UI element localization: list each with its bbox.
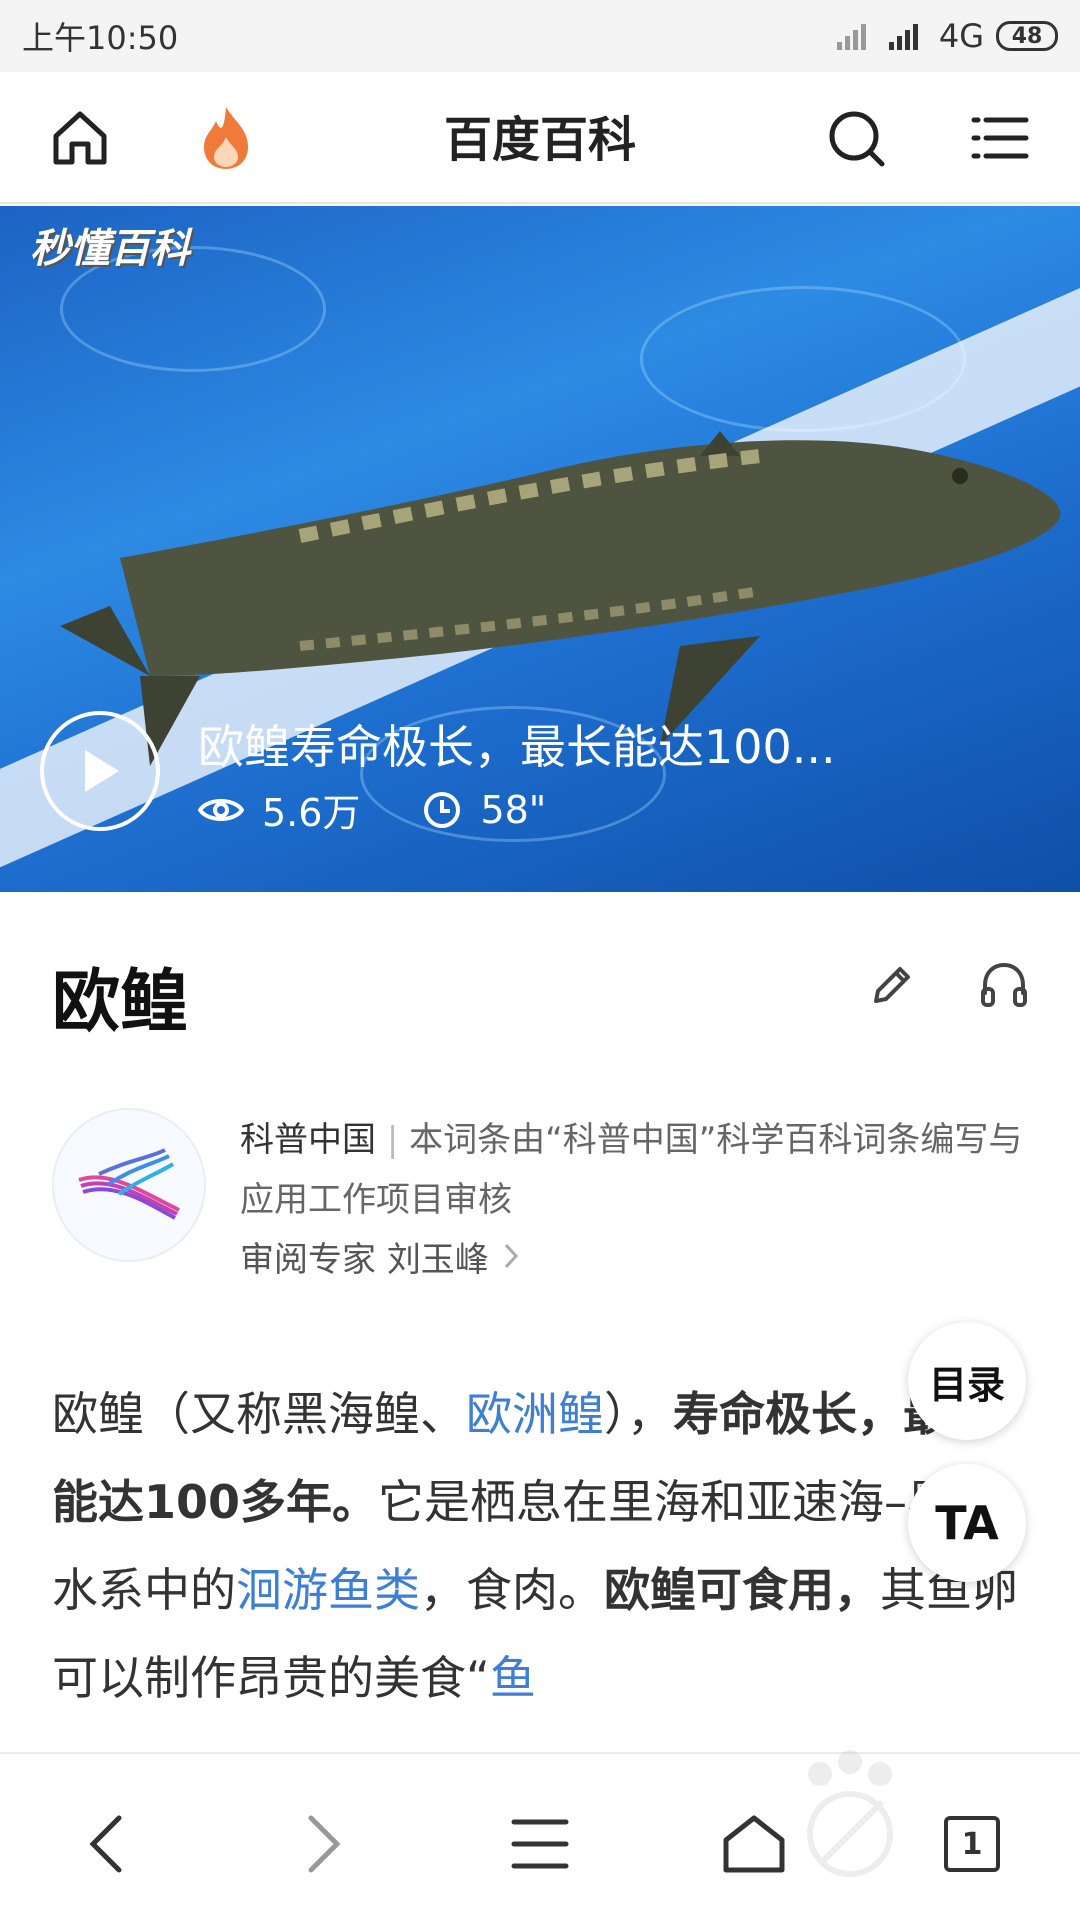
status-time: 上午10:50: [22, 19, 179, 57]
network-type: 4G: [938, 17, 984, 55]
video-brand-logo: 秒懂百科: [30, 226, 190, 272]
paw-watermark-icon: [807, 1750, 893, 1877]
tab-count-badge: 1: [944, 1816, 1000, 1872]
font-size-label: TA: [935, 1496, 999, 1550]
expert-label: 审阅专家: [240, 1240, 376, 1280]
signal-icon: [836, 24, 866, 50]
link-european-sturgeon[interactable]: 欧洲鳇: [466, 1387, 604, 1441]
forward-arrow-icon[interactable]: [284, 1804, 364, 1884]
reviewer-separator: |: [386, 1120, 399, 1160]
menu-lines-icon[interactable]: [500, 1804, 580, 1884]
search-icon[interactable]: [818, 100, 894, 176]
reviewer-info: 科普中国 | 本词条由“科普中国”科学百科词条编写与应用工作项目审核 审阅专家 …: [240, 1110, 1030, 1290]
top-navigation: 百度百科: [0, 72, 1080, 204]
chevron-right-icon: [504, 1243, 518, 1269]
summary-text: ），: [604, 1387, 673, 1441]
reviewer-org[interactable]: 科普中国: [240, 1120, 376, 1160]
home-button-icon[interactable]: [714, 1804, 794, 1884]
status-indicators: 4G 48: [835, 17, 1058, 55]
eye-icon: [198, 798, 244, 821]
video-card[interactable]: 秒懂百科 欧鳇寿命极长，最长能达100... 5.6万 58": [0, 206, 1080, 892]
link-migratory-fish[interactable]: 洄游鱼类: [236, 1563, 420, 1617]
expert-name: 刘玉峰: [386, 1240, 489, 1280]
clock-icon: [424, 791, 461, 828]
tab-count: 1: [961, 1826, 983, 1862]
back-arrow-icon[interactable]: [66, 1804, 146, 1884]
tabs-button[interactable]: 1: [932, 1804, 1012, 1884]
link-caviar[interactable]: 鱼: [490, 1651, 536, 1705]
video-meta: 5.6万 58": [198, 782, 546, 837]
entry-title: 欧鳇: [52, 963, 189, 1042]
summary-bold-text: 欧鳇可食用，: [604, 1563, 880, 1617]
toc-label: 目录: [928, 1362, 1005, 1407]
kepu-china-avatar[interactable]: [52, 1108, 206, 1262]
battery-level: 48: [1011, 23, 1043, 49]
play-icon: [85, 750, 119, 792]
summary-text: 欧鳇（又称黑海鳇、: [52, 1387, 466, 1441]
entry-summary: 欧鳇（又称黑海鳇、欧洲鳇），寿命极长，最长能达100多年。它是栖息在里海和亚速海…: [52, 1370, 1032, 1722]
review-expert-row[interactable]: 审阅专家 刘玉峰: [240, 1230, 1030, 1290]
play-button[interactable]: [40, 711, 160, 831]
summary-text: ，食肉。: [420, 1563, 604, 1617]
video-title: 欧鳇寿命极长，最长能达100...: [198, 720, 836, 774]
hd-signal-icon: [888, 24, 918, 50]
page-title: 百度百科: [443, 112, 636, 168]
menu-icon[interactable]: [962, 100, 1038, 176]
font-size-button[interactable]: TA: [908, 1464, 1026, 1582]
edit-pencil-icon[interactable]: [862, 955, 922, 1015]
battery-icon: 48: [996, 21, 1058, 51]
kepu-logo-icon: [78, 1148, 180, 1220]
table-of-contents-button[interactable]: 目录: [908, 1322, 1026, 1440]
bottom-toolbar: 1: [0, 1750, 1080, 1920]
video-duration: 58": [480, 787, 547, 832]
status-bar: 上午10:50 4G 48: [0, 0, 1080, 72]
reviewer-description: 科普中国 | 本词条由“科普中国”科学百科词条编写与应用工作项目审核: [240, 1110, 1030, 1230]
headphones-icon[interactable]: [974, 955, 1034, 1015]
view-count: 5.6万: [262, 791, 361, 835]
